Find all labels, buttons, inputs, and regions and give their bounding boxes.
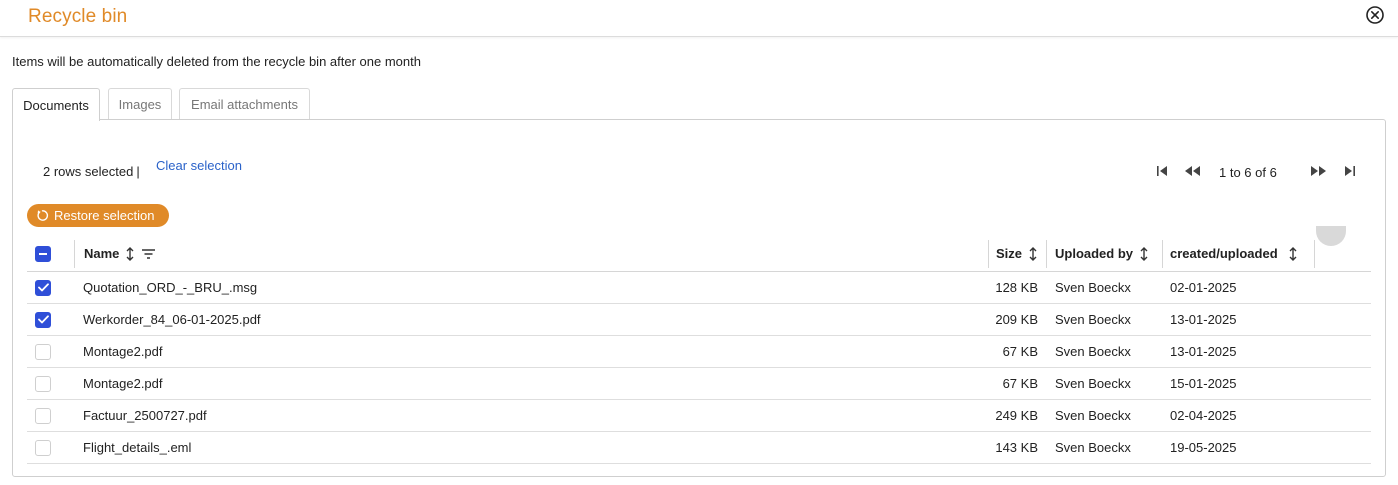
column-name-label: Name xyxy=(84,246,120,261)
tab-documents[interactable]: Documents xyxy=(12,88,100,121)
cell-uploaded-by: Sven Boeckx xyxy=(1055,312,1131,327)
cell-name: Montage2.pdf xyxy=(83,344,163,359)
cell-uploaded-by: Sven Boeckx xyxy=(1055,408,1131,423)
column-header-uploaded-by[interactable]: Uploaded by xyxy=(1055,236,1149,271)
table-row[interactable]: Flight_details_.eml 143 KB Sven Boeckx 19-0… xyxy=(27,432,1371,464)
cell-uploaded-by: Sven Boeckx xyxy=(1055,344,1131,359)
cell-uploaded-by: Sven Boeckx xyxy=(1055,440,1131,455)
select-all-checkbox[interactable] xyxy=(35,245,51,262)
sort-icon[interactable] xyxy=(1139,246,1149,261)
row-checkbox[interactable] xyxy=(35,343,51,360)
column-uploaded-by-label: Uploaded by xyxy=(1055,246,1134,261)
cell-created: 13-01-2025 xyxy=(1170,344,1237,359)
row-checkbox[interactable] xyxy=(35,375,51,392)
cell-created: 19-05-2025 xyxy=(1170,440,1237,455)
documents-table: Name Size Uploaded by created/uploaded Q… xyxy=(27,226,1371,464)
column-size-label: Size xyxy=(996,246,1023,261)
dialog-header: Recycle bin xyxy=(0,0,1398,37)
cell-name: Werkorder_84_06-01-2025.pdf xyxy=(83,312,261,327)
row-checkbox[interactable] xyxy=(35,407,51,424)
filter-icon[interactable] xyxy=(141,248,156,260)
cell-uploaded-by: Sven Boeckx xyxy=(1055,280,1131,295)
table-row[interactable]: Factuur_2500727.pdf 249 KB Sven Boeckx 02-0… xyxy=(27,400,1371,432)
table-row[interactable]: Werkorder_84_06-01-2025.pdf 209 KB Sven Bo… xyxy=(27,304,1371,336)
column-created-label: created/uploaded xyxy=(1170,246,1278,261)
cell-uploaded-by: Sven Boeckx xyxy=(1055,376,1131,391)
cell-size: 128 KB xyxy=(995,280,1038,295)
sort-icon[interactable] xyxy=(1288,246,1298,261)
cell-size: 143 KB xyxy=(995,440,1038,455)
cell-size: 67 KB xyxy=(1002,344,1038,359)
row-checkbox[interactable] xyxy=(35,439,51,456)
column-header-size[interactable]: Size xyxy=(996,236,1038,271)
column-settings-icon[interactable] xyxy=(1316,226,1346,246)
restore-icon xyxy=(37,210,49,221)
cell-created: 02-01-2025 xyxy=(1170,280,1237,295)
tab-email-attachments[interactable]: Email attachments xyxy=(179,88,310,120)
cell-name: Montage2.pdf xyxy=(83,376,163,391)
cell-size: 249 KB xyxy=(995,408,1038,423)
restore-selection-label: Restore selection xyxy=(54,208,155,223)
cell-size: 67 KB xyxy=(1002,376,1038,391)
cell-created: 13-01-2025 xyxy=(1170,312,1237,327)
tab-images[interactable]: Images xyxy=(108,88,172,120)
dialog-title: Recycle bin xyxy=(28,6,128,27)
selection-count: 2 rows selected xyxy=(43,164,134,179)
previous-page-icon[interactable] xyxy=(1181,162,1203,180)
retention-notice: Items will be automatically deleted from… xyxy=(12,54,421,69)
cell-size: 209 KB xyxy=(995,312,1038,327)
row-checkbox[interactable] xyxy=(35,311,51,328)
cell-name: Flight_details_.eml xyxy=(83,440,192,455)
page-range: 1 to 6 of 6 xyxy=(1219,165,1277,180)
column-header-created[interactable]: created/uploaded xyxy=(1170,236,1298,271)
selection-info: 2 rows selected | xyxy=(43,164,140,179)
table-header: Name Size Uploaded by created/uploaded xyxy=(27,226,1371,272)
cell-created: 02-04-2025 xyxy=(1170,408,1237,423)
last-page-icon[interactable] xyxy=(1341,162,1359,180)
row-checkbox[interactable] xyxy=(35,279,51,296)
sort-icon[interactable] xyxy=(1028,246,1038,261)
next-page-icon[interactable] xyxy=(1308,162,1330,180)
table-row[interactable]: Quotation_ORD_-_BRU_.msg 128 KB Sven Boeck… xyxy=(27,272,1371,304)
table-row[interactable]: Montage2.pdf 67 KB Sven Boeckx 15-01-2025 xyxy=(27,368,1371,400)
column-header-name[interactable]: Name xyxy=(84,236,156,271)
cell-created: 15-01-2025 xyxy=(1170,376,1237,391)
sort-icon[interactable] xyxy=(125,246,135,261)
close-icon[interactable] xyxy=(1365,5,1385,25)
table-row[interactable]: Montage2.pdf 67 KB Sven Boeckx 13-01-2025 xyxy=(27,336,1371,368)
cell-name: Quotation_ORD_-_BRU_.msg xyxy=(83,280,258,295)
clear-selection-link[interactable]: Clear selection xyxy=(156,158,242,173)
cell-name: Factuur_2500727.pdf xyxy=(83,408,207,423)
table-body: Quotation_ORD_-_BRU_.msg 128 KB Sven Boeck… xyxy=(27,272,1371,464)
selection-separator: | xyxy=(136,164,140,179)
documents-panel: 2 rows selected | Clear selection 1 to 6 … xyxy=(12,119,1386,477)
restore-selection-button[interactable]: Restore selection xyxy=(27,204,169,227)
first-page-icon[interactable] xyxy=(1153,162,1171,180)
